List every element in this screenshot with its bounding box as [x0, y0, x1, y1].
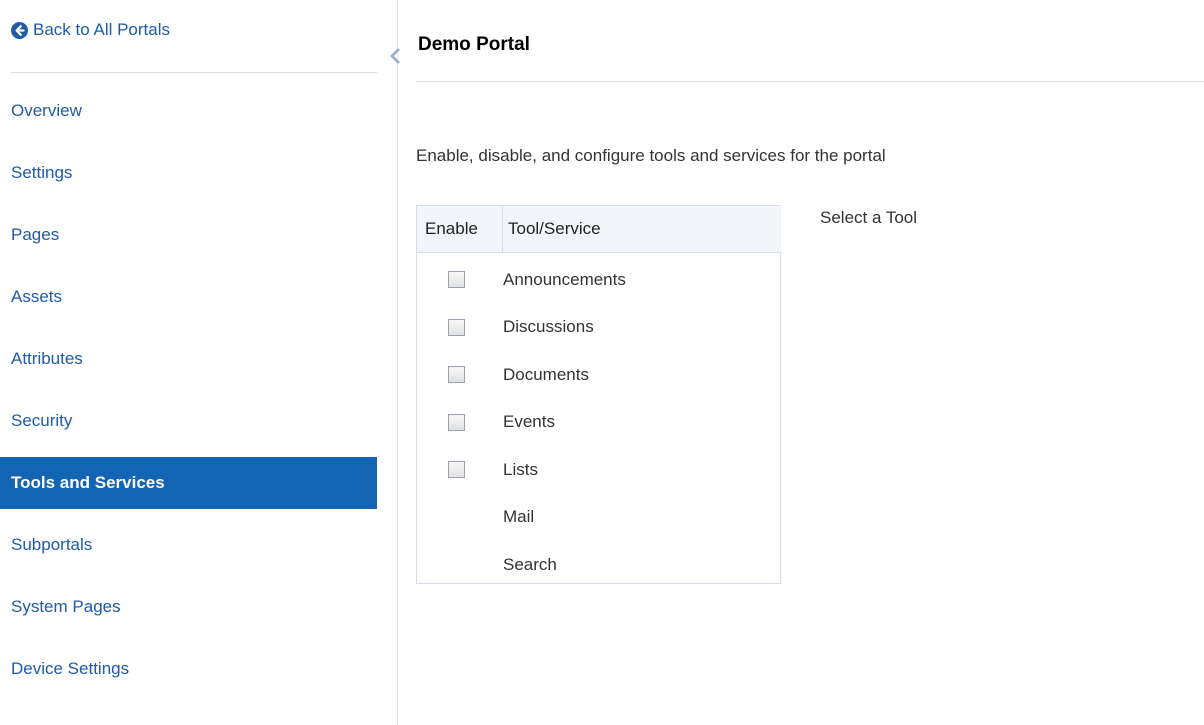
sidebar-item-system-pages[interactable]: System Pages [0, 581, 377, 633]
enable-checkbox[interactable] [448, 413, 465, 431]
sidebar-item-label: Attributes [11, 349, 83, 368]
table-row[interactable]: Mail [417, 494, 780, 542]
table-header: Enable Tool/Service [417, 206, 781, 253]
table-row[interactable]: Search [417, 541, 780, 589]
sidebar-item-subportals[interactable]: Subportals [0, 519, 377, 571]
sidebar-item-security[interactable]: Security [0, 395, 377, 447]
select-tool-prompt: Select a Tool [820, 208, 918, 227]
sidebar-nav: Overview Settings Pages Assets Attribute… [0, 85, 377, 705]
arrow-left-circle-icon [11, 21, 28, 39]
table-row[interactable]: Lists [417, 446, 780, 494]
sidebar-item-label: System Pages [11, 597, 121, 616]
enable-cell [417, 318, 503, 336]
sidebar-item-attributes[interactable]: Attributes [0, 333, 377, 385]
sidebar-item-label: Device Settings [11, 659, 130, 678]
sidebar-item-label: Tools and Services [11, 473, 165, 492]
title-divider [416, 81, 1204, 82]
tool-name: Events [503, 412, 555, 432]
page-title: Demo Portal [418, 34, 530, 55]
page-description: Enable, disable, and configure tools and… [416, 146, 886, 165]
tool-name: Lists [503, 459, 538, 479]
enable-checkbox[interactable] [448, 461, 465, 479]
sidebar-item-label: Subportals [11, 535, 93, 554]
enable-cell [417, 271, 503, 289]
sidebar-item-label: Pages [11, 225, 60, 244]
sidebar: Back to All Portals Overview Settings Pa… [0, 0, 398, 725]
column-header-enable[interactable]: Enable [417, 206, 503, 252]
enable-checkbox[interactable] [448, 366, 465, 384]
tool-name: Discussions [503, 317, 594, 337]
table-row[interactable]: Documents [417, 351, 780, 399]
sidebar-divider [11, 72, 377, 73]
enable-cell [417, 366, 503, 384]
enable-cell [417, 413, 503, 431]
tool-name: Search [503, 554, 557, 574]
enable-cell [417, 461, 503, 479]
table-row[interactable]: Discussions [417, 304, 780, 352]
sidebar-item-device-settings[interactable]: Device Settings [0, 643, 377, 695]
enable-checkbox[interactable] [448, 271, 465, 289]
back-to-all-portals-link[interactable]: Back to All Portals [11, 20, 170, 40]
sidebar-item-tools-and-services[interactable]: Tools and Services [0, 457, 377, 509]
sidebar-item-overview[interactable]: Overview [0, 85, 377, 137]
chevron-left-icon[interactable] [389, 47, 403, 65]
sidebar-item-label: Overview [11, 101, 82, 120]
sidebar-item-assets[interactable]: Assets [0, 271, 377, 323]
tool-name: Mail [503, 507, 535, 527]
enable-checkbox[interactable] [448, 318, 465, 336]
table-body: Announcements Discussions Documents Even… [417, 253, 780, 589]
sidebar-item-settings[interactable]: Settings [0, 147, 377, 199]
sidebar-item-label: Security [11, 411, 73, 430]
tool-name: Announcements [503, 269, 626, 289]
sidebar-item-pages[interactable]: Pages [0, 209, 377, 261]
tool-name: Documents [503, 364, 589, 384]
back-link-label: Back to All Portals [33, 20, 171, 39]
column-header-tool-service[interactable]: Tool/Service [503, 206, 601, 252]
sidebar-item-label: Settings [11, 163, 73, 182]
sidebar-item-label: Assets [11, 287, 63, 306]
table-row[interactable]: Announcements [417, 256, 780, 304]
table-row[interactable]: Events [417, 399, 780, 447]
tools-table: Enable Tool/Service Announcements Discus… [416, 205, 781, 584]
